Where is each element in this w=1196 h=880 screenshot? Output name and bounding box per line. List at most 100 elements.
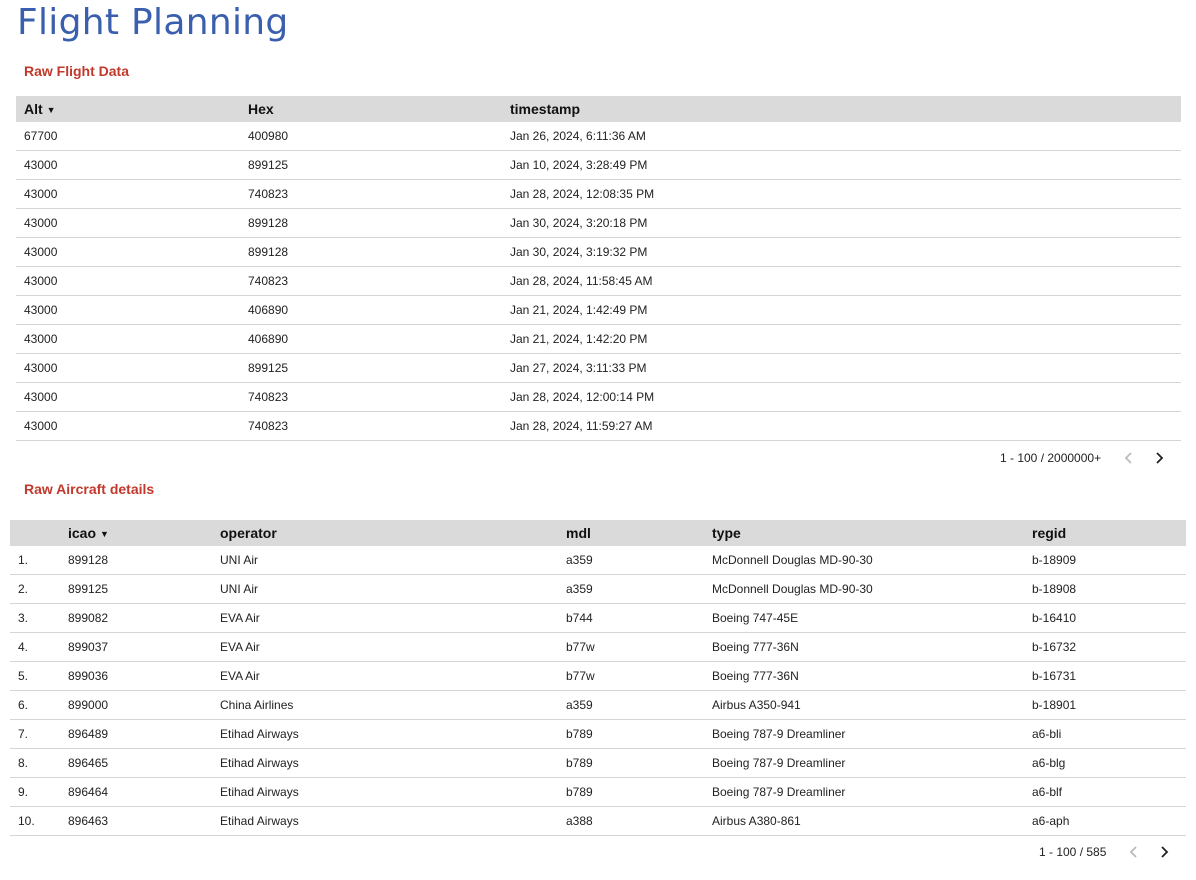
table-row[interactable]: 43000 899125 Jan 10, 2024, 3:28:49 PM [16,150,1181,180]
cell-mdl: a359 [566,546,712,575]
cell-hex: 740823 [248,411,510,441]
cell-timestamp: Jan 21, 2024, 1:42:20 PM [510,324,1181,354]
cell-regid: b-16731 [1032,661,1186,691]
table-row[interactable]: 9. 896464 Etihad Airways b789 Boeing 787-9 D… [10,777,1186,807]
table-row[interactable]: 10. 896463 Etihad Airways a388 Airbus A380-8… [10,806,1186,836]
column-header-label: regid [1032,525,1067,541]
aircraft-details-table: icao ▼ operator mdl type regid 1. 899128 UN… [10,520,1186,836]
cell-icao: 899000 [68,690,220,720]
cell-hex: 406890 [248,324,510,354]
table-row[interactable]: 4. 899037 EVA Air b77w Boeing 777-36N b-16732 [10,632,1186,662]
table-row[interactable]: 5. 899036 EVA Air b77w Boeing 777-36N b-16731 [10,661,1186,691]
cell-regid: b-18901 [1032,690,1186,720]
cell-alt: 43000 [16,150,248,180]
cell-regid: b-18909 [1032,546,1186,575]
chevron-left-icon [1130,846,1138,858]
table-row[interactable]: 2. 899125 UNI Air a359 McDonnell Douglas MD-… [10,574,1186,604]
cell-operator: Etihad Airways [220,719,566,749]
prev-page-button[interactable] [1122,840,1146,864]
cell-timestamp: Jan 30, 2024, 3:19:32 PM [510,237,1181,267]
table-row[interactable]: 43000 899128 Jan 30, 2024, 3:19:32 PM [16,237,1181,267]
table-row[interactable]: 43000 899125 Jan 27, 2024, 3:11:33 PM [16,353,1181,383]
table-row[interactable]: 43000 406890 Jan 21, 2024, 1:42:20 PM [16,324,1181,354]
cell-index: 10. [10,806,68,836]
cell-mdl: b744 [566,603,712,633]
table-row[interactable]: 43000 740823 Jan 28, 2024, 12:08:35 PM [16,179,1181,209]
next-page-button[interactable] [1152,840,1176,864]
column-header-hex[interactable]: Hex [248,96,510,122]
cell-mdl: b77w [566,632,712,662]
cell-type: Boeing 777-36N [712,632,1032,662]
table-row[interactable]: 67700 400980 Jan 26, 2024, 6:11:36 AM [16,122,1181,151]
table-row[interactable]: 8. 896465 Etihad Airways b789 Boeing 787-9 D… [10,748,1186,778]
cell-regid: b-16410 [1032,603,1186,633]
chevron-left-icon [1124,452,1132,464]
cell-hex: 899128 [248,208,510,238]
cell-timestamp: Jan 27, 2024, 3:11:33 PM [510,353,1181,383]
cell-type: Boeing 787-9 Dreamliner [712,748,1032,778]
table-row[interactable]: 3. 899082 EVA Air b744 Boeing 747-45E b-16410 [10,603,1186,633]
cell-alt: 43000 [16,324,248,354]
cell-mdl: b789 [566,748,712,778]
cell-hex: 740823 [248,179,510,209]
cell-index: 1. [10,546,68,575]
column-header-label: mdl [566,525,591,541]
aircraft-section-title: Raw Aircraft details [24,481,155,497]
cell-index: 4. [10,632,68,662]
cell-type: Airbus A350-941 [712,690,1032,720]
cell-icao: 896464 [68,777,220,807]
page-title: Flight Planning [17,2,289,43]
cell-alt: 67700 [16,122,248,151]
next-page-button[interactable] [1147,446,1171,470]
column-header-timestamp[interactable]: timestamp [510,96,1181,122]
pagination-range: 1 - 100 / 2000000+ [1000,451,1102,465]
cell-operator: EVA Air [220,632,566,662]
cell-type: Airbus A380-861 [712,806,1032,836]
column-header-icao[interactable]: icao ▼ [68,520,220,546]
column-header-label: icao [68,525,97,541]
cell-index: 5. [10,661,68,691]
column-header-operator[interactable]: operator [220,520,566,546]
column-header-regid[interactable]: regid [1032,520,1186,546]
cell-operator: Etihad Airways [220,777,566,807]
table-header-row: icao ▼ operator mdl type regid [10,520,1186,546]
chevron-right-icon [1156,452,1164,464]
table-row[interactable]: 43000 899128 Jan 30, 2024, 3:20:18 PM [16,208,1181,238]
cell-timestamp: Jan 28, 2024, 11:59:27 AM [510,411,1181,441]
cell-icao: 899125 [68,574,220,604]
cell-type: Boeing 777-36N [712,661,1032,691]
flight-data-table: Alt ▼ Hex timestamp 67700 400980 Jan 26, 20… [16,96,1181,441]
cell-icao: 899037 [68,632,220,662]
table-row[interactable]: 6. 899000 China Airlines a359 Airbus A350-94… [10,690,1186,720]
column-header-alt[interactable]: Alt ▼ [16,96,248,122]
cell-mdl: b77w [566,661,712,691]
cell-operator: UNI Air [220,574,566,604]
cell-hex: 400980 [248,122,510,151]
cell-icao: 899082 [68,603,220,633]
cell-mdl: b789 [566,777,712,807]
cell-operator: China Airlines [220,690,566,720]
cell-timestamp: Jan 26, 2024, 6:11:36 AM [510,122,1181,151]
cell-regid: a6-blg [1032,748,1186,778]
cell-type: McDonnell Douglas MD-90-30 [712,574,1032,604]
table-row[interactable]: 43000 740823 Jan 28, 2024, 12:00:14 PM [16,382,1181,412]
table-row[interactable]: 1. 899128 UNI Air a359 McDonnell Douglas MD-… [10,546,1186,575]
aircraft-pagination: 1 - 100 / 585 [1039,840,1176,864]
table-row[interactable]: 43000 740823 Jan 28, 2024, 11:59:27 AM [16,411,1181,441]
column-header-mdl[interactable]: mdl [566,520,712,546]
cell-alt: 43000 [16,295,248,325]
cell-operator: UNI Air [220,546,566,575]
cell-index: 7. [10,719,68,749]
table-row[interactable]: 43000 406890 Jan 21, 2024, 1:42:49 PM [16,295,1181,325]
cell-hex: 899125 [248,150,510,180]
cell-index: 2. [10,574,68,604]
column-header-index [10,520,68,546]
column-header-type[interactable]: type [712,520,1032,546]
cell-index: 8. [10,748,68,778]
prev-page-button[interactable] [1117,446,1141,470]
table-row[interactable]: 43000 740823 Jan 28, 2024, 11:58:45 AM [16,266,1181,296]
cell-regid: b-16732 [1032,632,1186,662]
cell-timestamp: Jan 28, 2024, 12:08:35 PM [510,179,1181,209]
cell-type: McDonnell Douglas MD-90-30 [712,546,1032,575]
table-row[interactable]: 7. 896489 Etihad Airways b789 Boeing 787-9 D… [10,719,1186,749]
